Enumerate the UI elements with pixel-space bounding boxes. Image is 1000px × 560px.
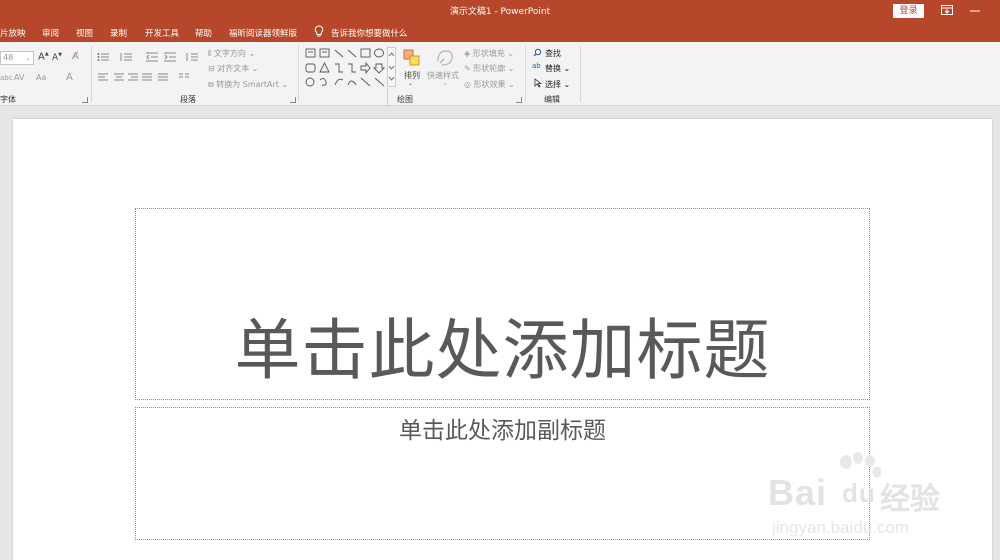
align-left-icon[interactable] [97,73,109,83]
chevron-down-icon: ⌄ [25,54,31,62]
bullets-icon[interactable] [97,52,111,62]
tell-me-search[interactable]: 告诉我你想要做什么 [331,27,408,39]
drawing-group-label: 绘图 [397,95,413,104]
tab-help[interactable]: 帮助 [195,27,212,39]
ribbon: 48 ⌄ A▲ A▼ A̸ abc AV Aa A 字体 ⫴ 文字方向 ⌄ ⊟ … [0,42,1000,132]
align-text-button[interactable]: ⊟ 对齐文本 ⌄ [208,63,259,74]
ribbon-display-options-icon[interactable] [940,4,954,16]
cursor-icon [534,78,542,88]
font-dialog-launcher-icon[interactable] [82,97,88,103]
shrink-font-button[interactable]: A▼ [52,52,62,63]
tab-developer[interactable]: 开发工具 [145,27,179,39]
group-separator [580,46,581,102]
align-center-icon[interactable] [113,73,125,83]
find-button[interactable]: 查找 [545,48,561,59]
window-title: 演示文稿1 - PowerPoint [449,7,551,17]
font-size-field[interactable]: 48 ⌄ [0,51,34,65]
shapes-gallery[interactable] [304,47,388,89]
login-button[interactable]: 登录 [893,4,924,18]
numbering-icon[interactable] [120,52,134,62]
paragraph-group-label: 段落 [180,95,196,104]
tab-foxit-reader[interactable]: 福昕阅读器领鲜版 [229,27,297,39]
grow-font-button[interactable]: A▲ [38,51,49,62]
shape-effects-button[interactable]: ◎ 形状效果 ⌄ [464,79,515,90]
quick-styles-icon[interactable] [434,47,456,69]
align-right-icon[interactable] [127,73,139,83]
watermark-url: jingyan.baidu.com [772,518,910,537]
title-bar: 演示文稿1 - PowerPoint 登录 [0,0,1000,22]
shape-fill-button[interactable]: ◈ 形状填充 ⌄ [464,48,514,59]
text-direction-button[interactable]: ⫴ 文字方向 ⌄ [208,48,255,59]
replace-button[interactable]: 替换 ⌄ [545,63,570,74]
ribbon-tab-bar: 片放映 审阅 视图 录制 开发工具 帮助 福昕阅读器领鲜版 告诉我你想要做什么 [0,22,1000,42]
chevron-down-icon: ⌄ [443,80,449,87]
group-separator [91,46,92,102]
strikethrough-button[interactable]: abc [0,74,13,82]
justify-icon[interactable] [141,73,153,83]
font-color-button[interactable]: A [66,72,73,83]
group-separator [525,46,526,102]
watermark-brand: Bai [768,472,828,513]
clear-formatting-icon[interactable]: A̸ [72,51,79,62]
select-button[interactable]: 选择 ⌄ [545,79,570,90]
minimize-icon[interactable] [968,4,982,16]
replace-icon: ab [532,62,541,70]
tab-slideshow[interactable]: 片放映 [0,27,26,39]
tab-review[interactable]: 审阅 [42,27,59,39]
gallery-scroll-icon[interactable] [387,47,396,87]
title-placeholder[interactable]: 单击此处添加标题 [135,208,870,400]
tab-record[interactable]: 录制 [110,27,127,39]
watermark-brand-suffix: 经验 [880,483,940,516]
title-placeholder-text: 单击此处添加标题 [234,312,771,389]
drawing-dialog-launcher-icon[interactable] [516,97,522,103]
distributed-icon[interactable] [157,73,169,83]
convert-smartart-button[interactable]: ⧉ 转换为 SmartArt ⌄ [208,79,288,90]
decrease-indent-icon[interactable] [145,52,159,62]
search-icon [533,48,542,57]
increase-indent-icon[interactable] [163,52,177,62]
columns-icon[interactable] [178,73,190,83]
watermark-brand-du: du [842,478,876,508]
paragraph-dialog-launcher-icon[interactable] [290,97,296,103]
tab-view[interactable]: 视图 [76,27,93,39]
shape-outline-button[interactable]: ✎ 形状轮廓 ⌄ [464,63,515,74]
group-separator [298,46,299,102]
editing-group-label: 编辑 [544,95,560,104]
lightbulb-icon [314,25,324,37]
char-spacing-button[interactable]: AV [14,73,24,82]
change-case-button[interactable]: Aa [36,73,46,82]
line-spacing-icon[interactable] [185,52,199,62]
subtitle-placeholder[interactable]: 单击此处添加副标题 [135,407,870,540]
subtitle-placeholder-text: 单击此处添加副标题 [399,418,606,444]
chevron-down-icon: ⌄ [408,80,414,87]
font-group-label: 字体 [0,95,16,104]
arrange-icon[interactable] [402,48,422,68]
